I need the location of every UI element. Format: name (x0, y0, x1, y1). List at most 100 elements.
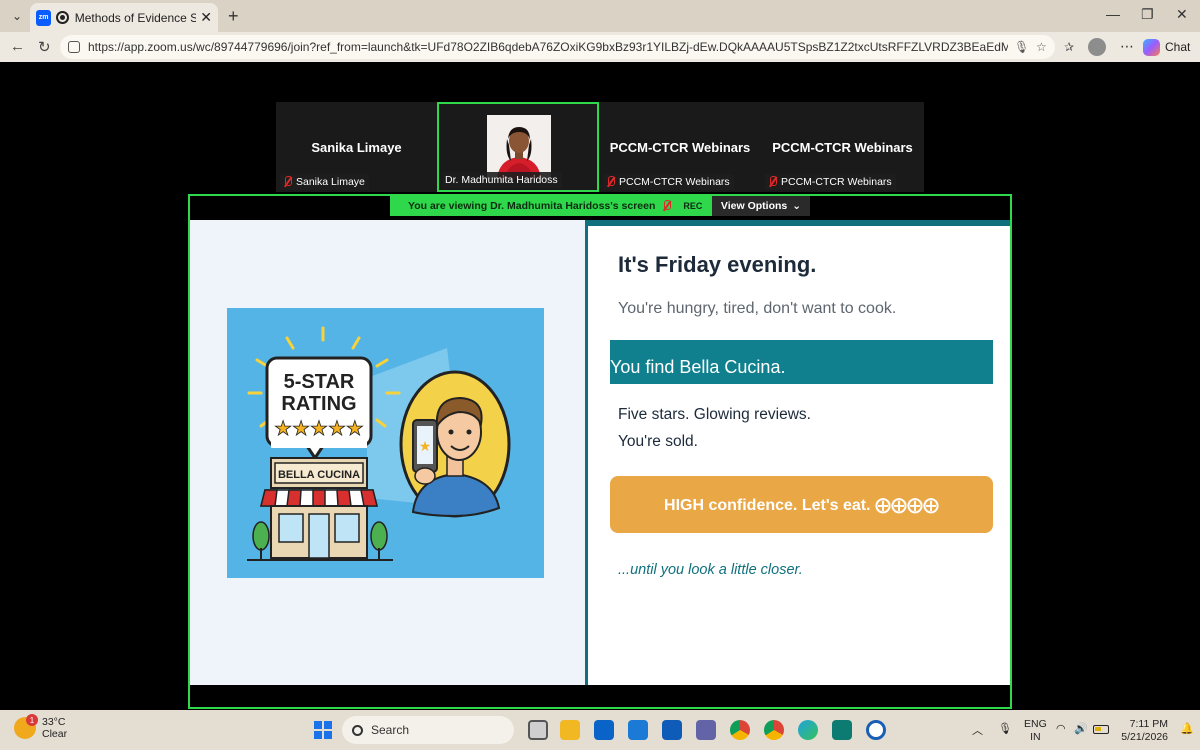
rating-line1: 5-STAR (284, 371, 355, 393)
address-bar-row: ← ↻ https://app.zoom.us/wc/89744779696/j… (0, 32, 1200, 62)
svg-text:★: ★ (419, 439, 432, 455)
muted-mic-icon (661, 200, 672, 212)
clock-date: 5/21/2026 (1121, 731, 1168, 743)
site-info-icon[interactable] (68, 41, 80, 53)
participant-name: PCCM-CTCR Webinars (619, 176, 730, 188)
weather-widget[interactable]: 1 33°C Clear (14, 714, 68, 740)
taskbar-search[interactable]: Search (342, 716, 514, 744)
view-options-button[interactable]: View Options ⌄ (712, 196, 810, 216)
shared-screen: You are viewing Dr. Madhumita Haridoss's… (188, 194, 1012, 709)
chrome-icon[interactable] (730, 720, 750, 740)
participant-name-tag: PCCM-CTCR Webinars (603, 174, 734, 190)
windows-start-icon[interactable] (314, 721, 332, 739)
viewing-text: You are viewing Dr. Madhumita Haridoss's… (408, 200, 656, 212)
zoom-favicon-icon: zm (36, 9, 52, 26)
language-code: ENG (1024, 718, 1047, 730)
participant-tile[interactable]: PCCM-CTCR Webinars PCCM-CTCR Webinars (599, 102, 761, 192)
participant-name-tag: Dr. Madhumita Haridoss (443, 172, 562, 188)
app-icon[interactable] (866, 720, 886, 740)
windows-taskbar: 1 33°C Clear Search ︿ 🎙 ENG IN ◠ 🔊 7:11 … (0, 710, 1200, 750)
moon-icon: 1 (14, 714, 38, 739)
teams-icon[interactable] (696, 720, 716, 740)
favorite-star-icon[interactable]: ☆ (1036, 40, 1047, 54)
battery-icon[interactable] (1093, 725, 1109, 734)
participant-display-name: Sanika Limaye (311, 140, 402, 155)
url-text: https://app.zoom.us/wc/89744779696/join?… (88, 40, 1008, 54)
zoom-meeting-area: Sanika Limaye Sanika Limaye Dr. Madhumit… (0, 62, 1200, 710)
wifi-icon[interactable]: ◠ (1056, 722, 1066, 735)
view-options-label: View Options (720, 200, 788, 212)
weather-badge: 1 (26, 714, 38, 726)
show-hidden-icons-chevron-icon[interactable]: ︿ (972, 722, 983, 738)
participant-name-tag: PCCM-CTCR Webinars (765, 174, 896, 190)
search-icon (352, 724, 363, 736)
presentation-slide: 5-STAR RATING ★★★★★ BELLA CUCINA ★ It's … (190, 220, 1010, 685)
participant-display-name: PCCM-CTCR Webinars (609, 140, 751, 155)
task-view-icon[interactable] (528, 720, 548, 740)
participant-name: PCCM-CTCR Webinars (781, 176, 892, 188)
clock-time: 7:11 PM (1129, 718, 1168, 730)
restaurant-rating-illustration: 5-STAR RATING ★★★★★ BELLA CUCINA ★ (227, 308, 544, 578)
mail-icon[interactable] (662, 720, 682, 740)
restore-icon[interactable]: ❐ (1141, 6, 1154, 23)
window-close-icon[interactable]: ✕ (1176, 6, 1188, 23)
notifications-bell-icon[interactable]: 🔔 (1180, 722, 1194, 735)
participant-name-tag: Sanika Limaye (280, 174, 369, 190)
slide-highlight-band: You find Bella Cucina. (610, 340, 993, 384)
tab-title: Methods of Evidence Synthesis (74, 10, 197, 25)
browser-tab-bar: ⌄ zm Methods of Evidence Synthesis ✕ + —… (0, 0, 1200, 32)
participant-display-name: PCCM-CTCR Webinars (772, 140, 913, 155)
slide-title: It's Friday evening. (618, 252, 817, 277)
minimize-icon[interactable]: — (1106, 6, 1120, 22)
profile-avatar[interactable] (1088, 38, 1106, 56)
participant-tile-active-speaker[interactable]: Dr. Madhumita Haridoss (437, 102, 599, 192)
system-clock[interactable]: 7:11 PM 5/21/2026 (1118, 718, 1168, 744)
chevron-down-icon: ⌄ (792, 200, 802, 212)
tab-close-icon[interactable]: ✕ (200, 9, 212, 26)
outlook-icon[interactable] (594, 720, 614, 740)
slide-text-line: You're sold. (618, 433, 698, 450)
chat-label: Chat (1165, 40, 1191, 54)
copilot-icon (1143, 38, 1160, 56)
chrome-profile-icon[interactable] (764, 720, 784, 740)
slide-text-line: Five stars. Glowing reviews. (618, 406, 811, 423)
url-input[interactable]: https://app.zoom.us/wc/89744779696/join?… (60, 35, 1055, 59)
muted-mic-icon (767, 176, 778, 188)
participant-tile[interactable]: PCCM-CTCR Webinars PCCM-CTCR Webinars (761, 102, 924, 192)
microphone-icon[interactable]: 🎙 (1014, 40, 1029, 54)
rating-stars: ★★★★★ (274, 416, 364, 440)
weather-condition: Clear (42, 728, 68, 740)
rating-line2: RATING (281, 393, 356, 415)
input-language[interactable]: ENG IN (1024, 718, 1047, 744)
search-label: Search (371, 723, 410, 737)
slide-subtitle: You're hungry, tired, don't want to cook… (618, 300, 897, 317)
favorites-list-icon[interactable]: ✰ (1064, 40, 1074, 54)
share-banner: You are viewing Dr. Madhumita Haridoss's… (390, 196, 810, 216)
outlook-new-icon[interactable] (628, 720, 648, 740)
sharepoint-icon[interactable] (832, 720, 852, 740)
muted-mic-icon (282, 176, 293, 188)
weather-temperature: 33°C (42, 716, 66, 728)
participant-tile[interactable]: Sanika Limaye Sanika Limaye (276, 102, 437, 192)
refresh-icon[interactable]: ↻ (38, 38, 51, 56)
back-arrow-icon[interactable]: ← (10, 38, 25, 55)
tab-actions-chevron-icon[interactable]: ⌄ (6, 6, 28, 26)
participant-video-avatar (487, 115, 551, 179)
volume-icon[interactable]: 🔊 (1074, 722, 1088, 735)
rec-label: REC (683, 201, 703, 211)
new-tab-button[interactable]: + (228, 6, 239, 27)
muted-mic-icon (605, 176, 616, 188)
participant-name: Sanika Limaye (296, 176, 365, 188)
browser-tab[interactable]: zm Methods of Evidence Synthesis ✕ (30, 3, 218, 32)
file-explorer-icon[interactable] (560, 720, 580, 740)
participant-name: Dr. Madhumita Haridoss (445, 174, 558, 186)
slide-divider (585, 220, 588, 685)
store-sign: BELLA CUCINA (278, 469, 360, 481)
edge-icon[interactable] (798, 720, 818, 740)
microphone-icon[interactable]: 🎙 (998, 722, 1012, 735)
slide-top-accent (588, 220, 1010, 226)
copilot-chat-button[interactable]: Chat (1143, 36, 1190, 58)
viewing-notice: You are viewing Dr. Madhumita Haridoss's… (390, 196, 712, 216)
slide-closing-text: ...until you look a little closer. (618, 562, 803, 578)
more-options-icon[interactable]: ⋯ (1120, 38, 1134, 55)
